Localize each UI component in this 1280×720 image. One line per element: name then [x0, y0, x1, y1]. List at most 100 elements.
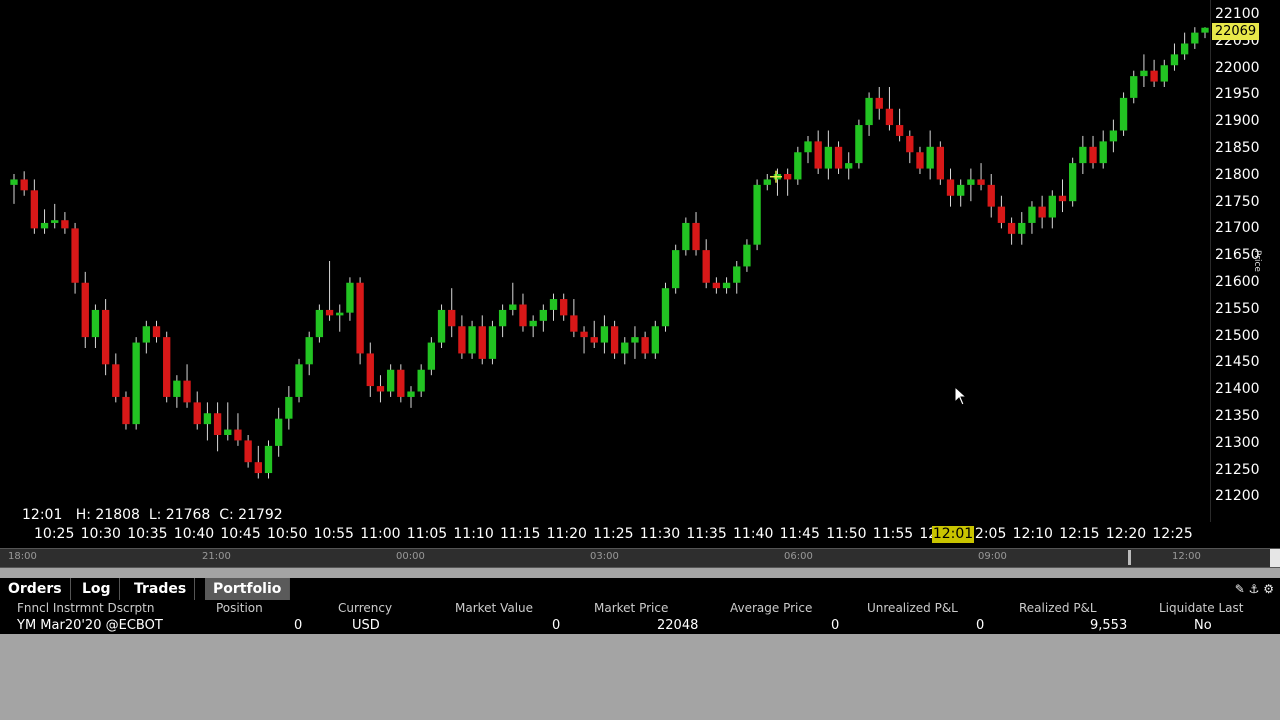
col-market-value[interactable]: Market Value — [455, 600, 533, 617]
candle — [203, 402, 212, 441]
time-tick-label: 10:50 — [267, 526, 308, 542]
candle-body — [112, 364, 120, 397]
candle — [1180, 32, 1189, 60]
time-tick-label: 10:35 — [127, 526, 168, 542]
tab-orders[interactable]: Orders — [0, 578, 71, 600]
time-tick-label: 11:25 — [593, 526, 634, 542]
candle — [936, 141, 944, 185]
candle — [977, 163, 985, 191]
candle-body — [468, 326, 476, 354]
candle — [600, 315, 609, 354]
time-tick-label: 11:30 — [639, 526, 681, 542]
col-liquidate-last[interactable]: Liquidate Last — [1159, 600, 1243, 617]
candle — [458, 315, 466, 359]
candle-body — [325, 309, 334, 316]
candle — [468, 320, 476, 359]
candle-body — [885, 108, 894, 126]
col-market-price[interactable]: Market Price — [594, 600, 668, 617]
candle — [1058, 179, 1067, 213]
tab-log[interactable]: Log — [74, 578, 120, 600]
candle — [1099, 130, 1107, 169]
candle-body — [661, 288, 670, 327]
time-tick-label: 11:45 — [779, 526, 820, 542]
candle — [621, 337, 629, 365]
tab-trades[interactable]: Trades — [126, 578, 196, 600]
settings-icon[interactable]: ⚙ — [1263, 582, 1274, 596]
candle-body — [560, 299, 568, 316]
col-average-price[interactable]: Average Price — [730, 600, 812, 617]
col-position[interactable]: Position — [216, 600, 263, 617]
candle-body — [10, 179, 18, 185]
candle — [356, 277, 364, 365]
candle-body — [692, 222, 700, 251]
candle-body — [794, 152, 802, 180]
candle-body — [142, 326, 150, 343]
candle — [794, 146, 802, 185]
candle-body — [61, 220, 69, 229]
candle — [1170, 43, 1179, 71]
candle — [997, 195, 1006, 229]
candle — [427, 337, 436, 376]
candle — [987, 174, 995, 218]
candle-body — [448, 309, 456, 327]
candle-body — [763, 179, 771, 185]
candle — [1191, 27, 1199, 49]
candle — [224, 402, 232, 441]
col-unrealized-pnl[interactable]: Unrealized P&L — [867, 600, 958, 617]
price-axis: 22100 22050 22000 21950 21900 21850 21800 21750… — [1210, 0, 1280, 522]
candle-body — [234, 429, 242, 441]
overview-scroll-right-button[interactable] — [1270, 549, 1280, 567]
candle — [682, 217, 690, 256]
cell-average-price: 0 — [831, 618, 840, 633]
tab-portfolio[interactable]: Portfolio — [205, 578, 291, 600]
candle-body — [600, 326, 609, 343]
candle-body — [570, 315, 578, 332]
candle-body — [1201, 27, 1209, 33]
candle-body — [743, 244, 751, 267]
col-currency[interactable]: Currency — [338, 600, 392, 617]
panel-toolbar-icons[interactable]: ✎ ⚓ ⚙ — [1235, 582, 1274, 596]
candle-body — [407, 391, 415, 397]
table-row[interactable]: YM Mar20'20 @ECBOT 0 USD 0 22048 0 0 9,5… — [0, 617, 1280, 634]
candle-body — [386, 369, 395, 392]
candle-body — [1191, 32, 1199, 44]
time-overview-scrollbar[interactable]: 18:00 21:00 00:00 03:00 06:00 09:00 12:00 — [0, 548, 1280, 568]
candle-body — [305, 337, 313, 365]
candle-body — [957, 184, 965, 196]
col-realized-pnl[interactable]: Realized P&L — [1019, 600, 1097, 617]
candle — [101, 299, 110, 376]
candle — [183, 364, 191, 408]
price-tick-label: 21250 — [1215, 461, 1260, 478]
candle — [397, 364, 405, 403]
candle — [865, 92, 873, 136]
time-tick-label: 12:25 — [1152, 526, 1193, 542]
time-tick-label: 12:10 — [1012, 526, 1053, 542]
candle-body — [51, 220, 59, 223]
overview-thumb[interactable] — [1128, 550, 1131, 565]
time-tick-label: 12:15 — [1059, 526, 1100, 542]
price-chart[interactable]: 22100 22050 22000 21950 21900 21850 21800 21750… — [0, 0, 1280, 548]
candle — [957, 179, 965, 207]
candle-body — [1048, 195, 1056, 218]
candle-body — [722, 282, 731, 289]
candle — [895, 108, 904, 142]
time-tick-label: 11:40 — [733, 526, 774, 542]
col-instrument[interactable]: Fnncl Instrmnt Dscrptn — [17, 600, 154, 617]
lock-icon[interactable]: ⚓ — [1249, 582, 1260, 596]
candle-body — [254, 462, 262, 474]
candle — [234, 413, 242, 446]
candle — [305, 331, 313, 376]
candle-body — [132, 342, 140, 425]
candle-body — [936, 146, 944, 180]
candle — [1130, 70, 1138, 104]
candle-body — [295, 364, 303, 397]
candle — [173, 375, 181, 408]
candle-body — [1170, 54, 1179, 66]
pin-icon[interactable]: ✎ — [1235, 582, 1245, 596]
candle — [40, 209, 49, 234]
candle — [325, 261, 334, 321]
candle-body — [356, 282, 364, 354]
candle-body — [376, 386, 385, 392]
candle — [386, 364, 395, 397]
candlestick-plot[interactable] — [0, 0, 1210, 522]
